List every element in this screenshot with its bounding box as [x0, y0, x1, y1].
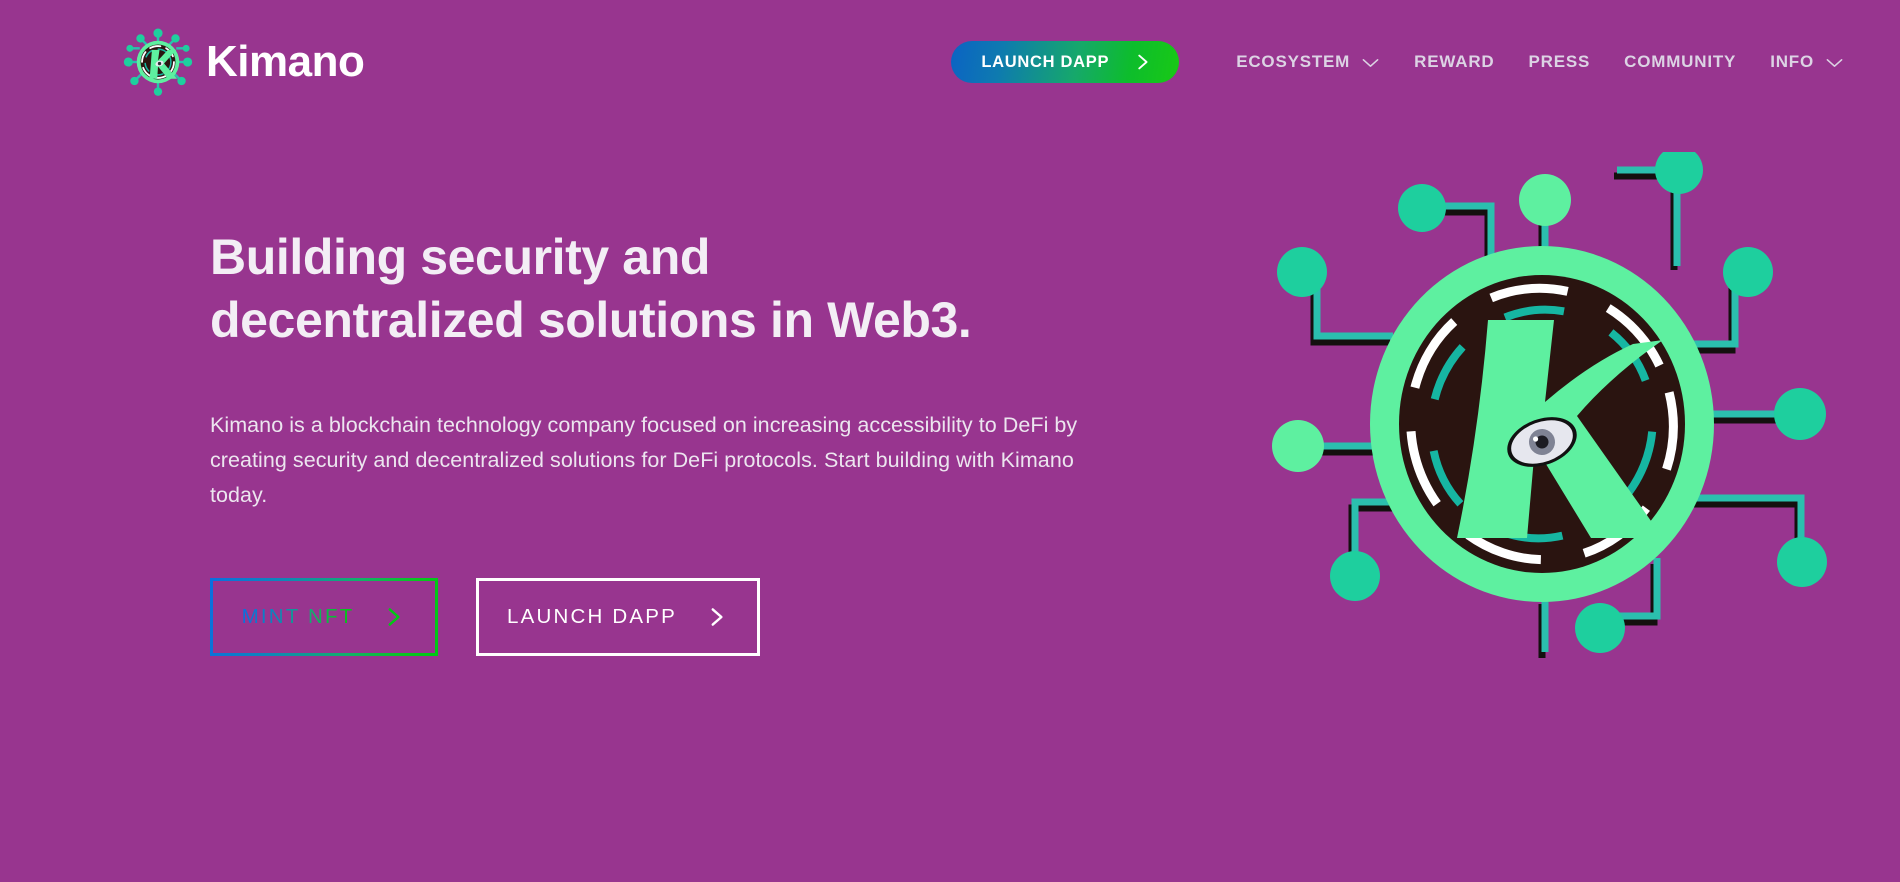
hero-launch-dapp-label: LAUNCH DAPP [506, 605, 677, 629]
kimano-coin-emblem [1370, 246, 1714, 602]
nav-item-label: ECOSYSTEM [1236, 52, 1351, 71]
hero-heading-line-2: decentralized solutions in Web3. [210, 292, 972, 348]
chevron-right-icon [711, 608, 723, 627]
hero-paragraph: Kimano is a blockchain technology compan… [210, 413, 1078, 507]
chevron-right-icon [388, 608, 401, 627]
hero-heading-line-1: Building security and [210, 229, 710, 285]
nav-item-info[interactable]: INFO [1753, 52, 1844, 72]
hero-copy: Building security and decentralized solu… [210, 226, 1150, 657]
chevron-down-icon [1826, 59, 1843, 67]
hero-section: Building security and decentralized solu… [0, 124, 1900, 882]
nav-list: ECOSYSTEM REWARD PRESS COMMUNITY INFO [1219, 52, 1844, 72]
hero-action-buttons: MINT NFT LAUNCH DAPP [210, 578, 1150, 657]
nav-item-label: COMMUNITY [1624, 52, 1737, 71]
site-header: Kimano LAUNCH DAPP ECOSYSTEM REWARD PRES… [0, 0, 1900, 124]
chevron-down-icon [1362, 59, 1379, 67]
kimano-logo-icon [123, 28, 193, 96]
brand-logo-link[interactable]: Kimano [120, 24, 365, 100]
kimano-circuit-k-emblem-icon [1272, 152, 1827, 658]
nav-item-ecosystem[interactable]: ECOSYSTEM [1219, 52, 1397, 72]
hero-heading: Building security and decentralized solu… [210, 226, 1090, 352]
brand-name: Kimano [206, 37, 365, 86]
hero-artwork [1242, 152, 1842, 672]
page-root: Kimano LAUNCH DAPP ECOSYSTEM REWARD PRES… [0, 0, 1900, 882]
mint-nft-label: MINT NFT [241, 605, 355, 629]
nav-item-label: REWARD [1414, 52, 1495, 71]
nav-item-press[interactable]: PRESS [1512, 52, 1608, 72]
chevron-right-icon [1138, 54, 1148, 70]
nav-item-label: PRESS [1528, 52, 1591, 71]
hero-launch-dapp-button[interactable]: LAUNCH DAPP [476, 578, 760, 657]
nav-item-label: INFO [1770, 52, 1814, 71]
header-launch-dapp-label: LAUNCH DAPP [981, 52, 1110, 71]
mint-nft-button[interactable]: MINT NFT [210, 578, 438, 656]
header-launch-dapp-button[interactable]: LAUNCH DAPP [951, 41, 1180, 83]
main-navigation: LAUNCH DAPP ECOSYSTEM REWARD PRESS COMMU… [951, 41, 1844, 83]
nav-item-community[interactable]: COMMUNITY [1607, 52, 1753, 72]
nav-item-reward[interactable]: REWARD [1397, 52, 1511, 72]
